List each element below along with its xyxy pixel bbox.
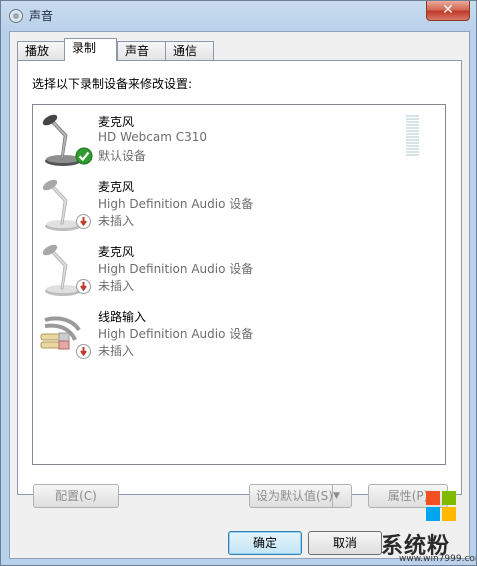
device-status: 未插入 [98, 214, 135, 228]
device-description: HD Webcam C310 [98, 130, 207, 144]
close-button[interactable]: ✕ [426, 1, 470, 21]
watermark-url: www.win7999.com [399, 554, 477, 564]
default-check-icon [75, 147, 93, 165]
sound-dialog-window: 声音 ✕ 播放 录制 声音 通信 选择以下录制设备来修改设置: 麦克风 HD W… [0, 0, 477, 566]
tab-sounds[interactable]: 声音 [117, 41, 166, 60]
device-list[interactable]: 麦克风 HD Webcam C310 默认设备 麦克风 High Definit… [32, 104, 446, 465]
device-item[interactable]: 麦克风 High Definition Audio 设备 未插入 [33, 174, 445, 238]
window-title: 声音 [29, 9, 54, 23]
device-name: 麦克风 [98, 245, 135, 259]
chevron-down-icon[interactable]: ▼ [332, 485, 351, 507]
instruction-text: 选择以下录制设备来修改设置: [32, 77, 193, 91]
unplugged-icon [76, 279, 91, 294]
device-name: 麦克风 [98, 180, 135, 194]
tab-playback[interactable]: 播放 [17, 41, 65, 60]
title-bar[interactable]: 声音 ✕ [1, 1, 476, 31]
cancel-button[interactable]: 取消 [308, 531, 382, 555]
recording-panel: 选择以下录制设备来修改设置: 麦克风 HD Webcam C310 默认设备 麦… [17, 60, 462, 495]
level-meter [406, 115, 419, 157]
device-status: 未插入 [98, 279, 135, 293]
set-default-label: 设为默认值(S) [256, 489, 333, 503]
configure-button[interactable]: 配置(C) [33, 484, 119, 508]
device-status: 未插入 [98, 344, 135, 358]
device-item[interactable]: 麦克风 High Definition Audio 设备 未插入 [33, 239, 445, 303]
device-item[interactable]: 线路输入 High Definition Audio 设备 未插入 [33, 304, 445, 368]
device-description: High Definition Audio 设备 [98, 327, 254, 341]
ok-button[interactable]: 确定 [228, 531, 302, 555]
tab-communications[interactable]: 通信 [165, 41, 214, 60]
dialog-client-area: 播放 录制 声音 通信 选择以下录制设备来修改设置: 麦克风 HD Webcam… [9, 31, 470, 559]
speaker-icon [9, 9, 23, 23]
device-description: High Definition Audio 设备 [98, 262, 254, 276]
device-description: High Definition Audio 设备 [98, 197, 254, 211]
windows-logo-icon [426, 491, 456, 521]
tab-recording[interactable]: 录制 [64, 38, 117, 61]
unplugged-icon [76, 214, 91, 229]
device-status: 默认设备 [98, 149, 147, 163]
set-default-button[interactable]: 设为默认值(S) ▼ [249, 484, 352, 508]
device-name: 麦克风 [98, 115, 135, 129]
device-name: 线路输入 [98, 310, 147, 324]
unplugged-icon [76, 344, 91, 359]
device-item[interactable]: 麦克风 HD Webcam C310 默认设备 [33, 109, 445, 173]
